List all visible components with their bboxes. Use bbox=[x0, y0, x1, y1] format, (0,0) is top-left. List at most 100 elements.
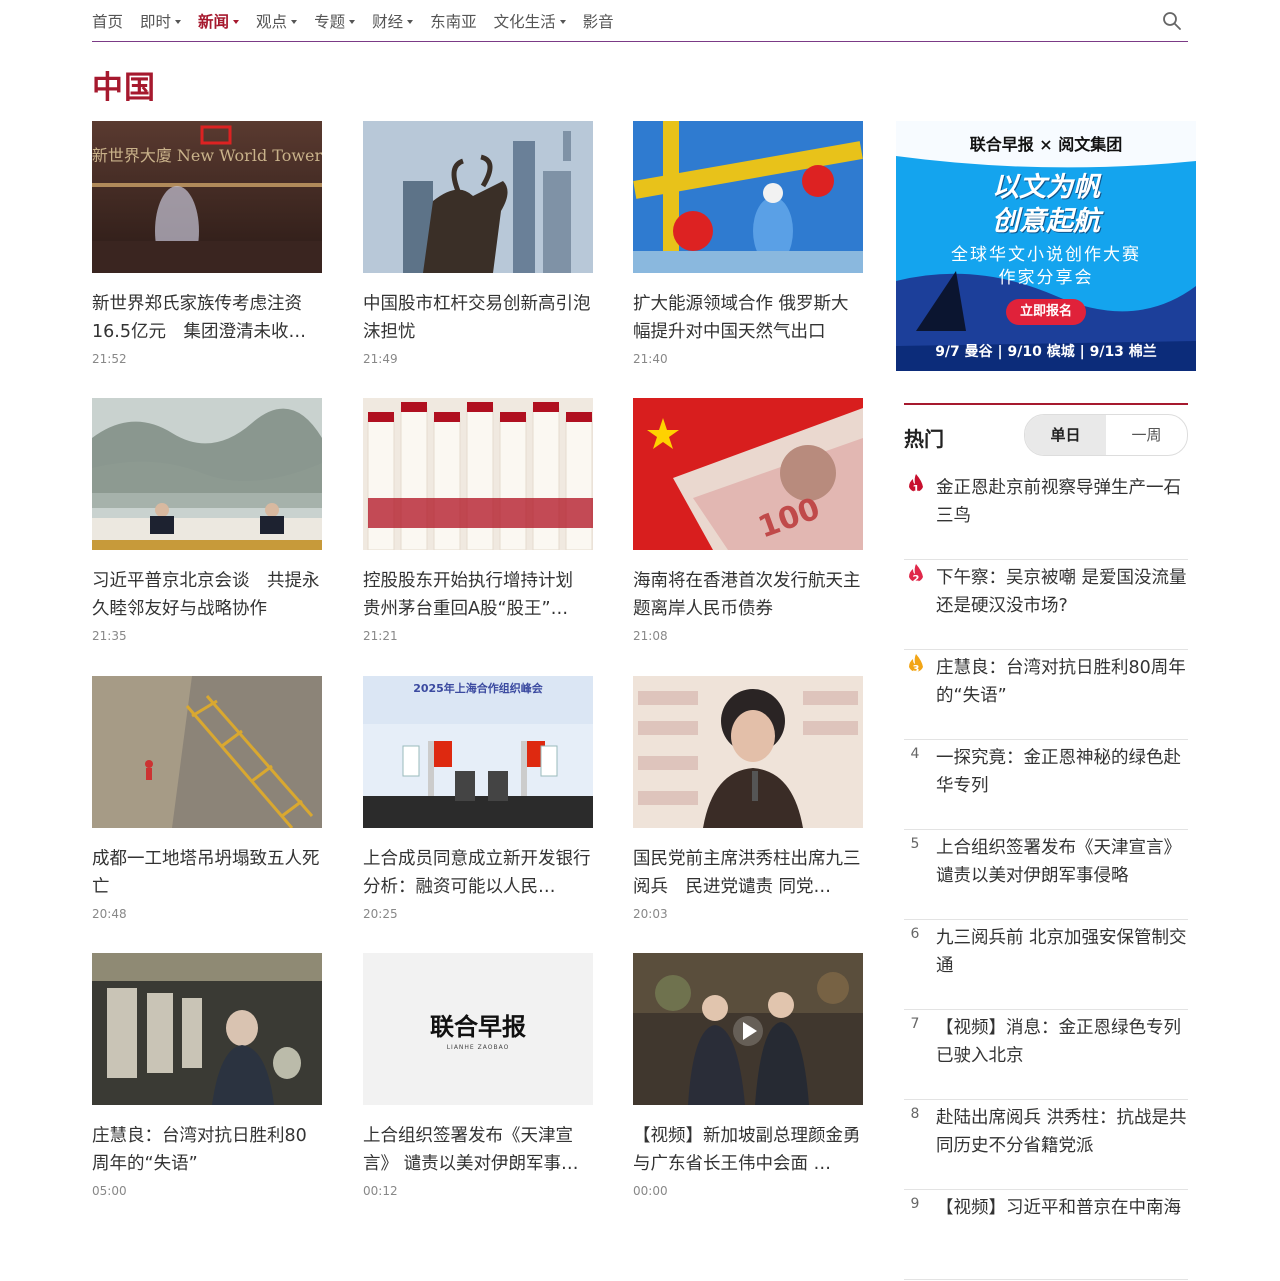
article-title[interactable]: 国民党前主席洪秀柱出席九三阅兵 民进党谴责 同党… bbox=[633, 845, 863, 901]
article-thumbnail[interactable] bbox=[92, 398, 322, 550]
nav-item-topics[interactable]: 专题 bbox=[314, 10, 356, 32]
hot-item-rank: 5 bbox=[910, 836, 920, 852]
ad-register-button[interactable]: 立即报名 bbox=[1006, 299, 1086, 325]
article-card[interactable]: 成都一工地塔吊坍塌致五人死亡 20:48 bbox=[92, 676, 322, 921]
article-title[interactable]: 控股股东开始执行增持计划 贵州茅台重回A股“股王”… bbox=[363, 567, 593, 623]
ad-slogan-line: 创意起航 bbox=[992, 206, 1100, 237]
article-card[interactable]: 【视频】新加坡副总理颜金勇与广东省长王伟中会面 … 00:00 bbox=[633, 953, 863, 1198]
nav-item-instant[interactable]: 即时 bbox=[140, 10, 182, 32]
article-card[interactable]: 100 海南将在香港首次发行航天主题离岸人民币债券 21:08 bbox=[633, 398, 863, 643]
nav-item-news[interactable]: 新闻 bbox=[198, 10, 240, 32]
article-title[interactable]: 中国股市杠杆交易创新高引泡沫担忧 bbox=[363, 290, 593, 346]
article-card[interactable]: 扩大能源领域合作 俄罗斯大幅提升对中国天然气出口 21:40 bbox=[633, 121, 863, 366]
ad-banner[interactable]: 联合早报 × 阅文集团 以文为帆 创意起航 全球华文小说创作大赛 作家分享会 立… bbox=[896, 121, 1196, 371]
nav-item-finance[interactable]: 财经 bbox=[372, 10, 414, 32]
article-thumbnail[interactable]: 100 bbox=[633, 398, 863, 550]
article-time: 21:21 bbox=[363, 629, 398, 643]
article-card[interactable]: 联合早报 LIANHE ZAOBAO 上合组织签署发布《天津宣言》 谴责以美对伊… bbox=[363, 953, 593, 1198]
nav-item-lifestyle[interactable]: 文化生活 bbox=[494, 10, 566, 32]
ad-slogan-line: 以文为帆 bbox=[992, 172, 1100, 203]
article-title[interactable]: 新世界郑氏家族传考虑注资16.5亿元 集团澄清未收… bbox=[92, 290, 322, 346]
hot-item[interactable]: 7 【视频】消息：金正恩绿色专列已驶入北京 bbox=[904, 1011, 1188, 1100]
chevron-down-icon bbox=[559, 19, 566, 24]
article-title[interactable]: 上合成员同意成立新开发银行 分析：融资可能以人民… bbox=[363, 845, 593, 901]
article-thumbnail[interactable]: 2025年上海合作组织峰会 bbox=[363, 676, 593, 828]
flame-rank-icon: 1 bbox=[909, 474, 923, 495]
flame-rank-icon: 3 bbox=[909, 654, 923, 675]
article-title[interactable]: 海南将在香港首次发行航天主题离岸人民币债券 bbox=[633, 567, 863, 623]
article-time: 21:52 bbox=[92, 352, 127, 366]
tab-weekly[interactable]: 一周 bbox=[1106, 415, 1187, 455]
article-thumbnail[interactable]: 联合早报 LIANHE ZAOBAO bbox=[363, 953, 593, 1105]
hot-item-text[interactable]: 【视频】习近平和普京在中南海 bbox=[936, 1194, 1188, 1222]
hot-item[interactable]: 4 一探究竟：金正恩神秘的绿色赴华专列 bbox=[904, 741, 1188, 830]
top-nav: 首页 即时 新闻 观点 专题 财经 东南亚 文化生活 影音 bbox=[92, 0, 1188, 42]
hot-item-text[interactable]: 下午察：吴京被嘲 是爱国没流量还是硬汉没市场? bbox=[936, 564, 1188, 620]
search-button[interactable] bbox=[1162, 11, 1182, 31]
ad-subtitle: 全球华文小说创作大赛 作家分享会 bbox=[896, 244, 1196, 290]
ad-header: 联合早报 × 阅文集团 bbox=[969, 135, 1123, 154]
hot-item-text[interactable]: 庄慧良：台湾对抗日胜利80周年的“失语” bbox=[936, 654, 1188, 710]
article-thumbnail[interactable] bbox=[92, 676, 322, 828]
hot-item-text[interactable]: 一探究竟：金正恩神秘的绿色赴华专列 bbox=[936, 744, 1188, 800]
nav-item-home[interactable]: 首页 bbox=[92, 10, 123, 32]
article-thumbnail[interactable]: 新世界大廈 New World Tower bbox=[92, 121, 322, 273]
article-card[interactable]: 2025年上海合作组织峰会 上合成员同意成立新开发银行 分析：融资可能以人民… … bbox=[363, 676, 593, 921]
nav-label: 即时 bbox=[140, 12, 172, 31]
article-time: 00:12 bbox=[363, 1184, 398, 1198]
nav-item-opinion[interactable]: 观点 bbox=[256, 10, 298, 32]
hot-item-text[interactable]: 金正恩赴京前视察导弹生产一石三鸟 bbox=[936, 474, 1188, 530]
hot-item-text[interactable]: 【视频】消息：金正恩绿色专列已驶入北京 bbox=[936, 1014, 1188, 1070]
tab-daily[interactable]: 单日 bbox=[1025, 415, 1106, 455]
article-title[interactable]: 上合组织签署发布《天津宣言》 谴责以美对伊朗军事… bbox=[363, 1122, 593, 1178]
ad-subtitle-line: 全球华文小说创作大赛 bbox=[951, 245, 1141, 265]
article-card[interactable]: 习近平普京北京会谈 共提永久睦邻友好与战略协作 21:35 bbox=[92, 398, 322, 643]
chevron-down-icon bbox=[349, 19, 356, 24]
article-card[interactable]: 新世界大廈 New World Tower 新世界郑氏家族传考虑注资16.5亿元… bbox=[92, 121, 322, 366]
article-time: 21:35 bbox=[92, 629, 127, 643]
article-title[interactable]: 庄慧良：台湾对抗日胜利80周年的“失语” bbox=[92, 1122, 322, 1178]
article-thumbnail[interactable] bbox=[92, 953, 322, 1105]
nav-item-video[interactable]: 影音 bbox=[583, 10, 614, 32]
hot-item-text[interactable]: 上合组织签署发布《天津宣言》谴责以美对伊朗军事侵略 bbox=[936, 834, 1188, 890]
svg-text:1: 1 bbox=[913, 484, 920, 495]
hot-item[interactable]: 1 金正恩赴京前视察导弹生产一石三鸟 bbox=[904, 471, 1188, 560]
zaobao-logo-text: 联合早报 bbox=[430, 1012, 526, 1041]
hot-item[interactable]: 2 下午察：吴京被嘲 是爱国没流量还是硬汉没市场? bbox=[904, 561, 1188, 650]
article-card[interactable]: 中国股市杠杆交易创新高引泡沫担忧 21:49 bbox=[363, 121, 593, 366]
article-title[interactable]: 习近平普京北京会谈 共提永久睦邻友好与战略协作 bbox=[92, 567, 322, 623]
hot-item-rank: 8 bbox=[910, 1106, 920, 1122]
article-card[interactable]: 国民党前主席洪秀柱出席九三阅兵 民进党谴责 同党… 20:03 bbox=[633, 676, 863, 921]
hot-item[interactable]: 5 上合组织签署发布《天津宣言》谴责以美对伊朗军事侵略 bbox=[904, 831, 1188, 920]
article-thumbnail[interactable] bbox=[633, 676, 863, 828]
svg-text:2: 2 bbox=[913, 574, 920, 585]
article-title[interactable]: 【视频】新加坡副总理颜金勇与广东省长王伟中会面 … bbox=[633, 1122, 863, 1178]
article-title[interactable]: 成都一工地塔吊坍塌致五人死亡 bbox=[92, 845, 322, 901]
hot-item[interactable]: 8 赴陆出席阅兵 洪秀柱：抗战是共同历史不分省籍党派 bbox=[904, 1101, 1188, 1190]
ad-slogan: 以文为帆 创意起航 bbox=[896, 171, 1196, 239]
chevron-down-icon bbox=[291, 19, 298, 24]
article-thumbnail[interactable] bbox=[633, 953, 863, 1105]
article-time: 20:48 bbox=[92, 907, 127, 921]
hot-item-text[interactable]: 九三阅兵前 北京加强安保管制交通 bbox=[936, 924, 1188, 980]
article-title[interactable]: 扩大能源领域合作 俄罗斯大幅提升对中国天然气出口 bbox=[633, 290, 863, 346]
hot-item[interactable]: 3 庄慧良：台湾对抗日胜利80周年的“失语” bbox=[904, 651, 1188, 740]
hot-item[interactable]: 6 九三阅兵前 北京加强安保管制交通 bbox=[904, 921, 1188, 1010]
hot-item-rank: 4 bbox=[910, 746, 920, 762]
article-card[interactable]: 庄慧良：台湾对抗日胜利80周年的“失语” 05:00 bbox=[92, 953, 322, 1198]
nav-item-southeast-asia[interactable]: 东南亚 bbox=[430, 10, 477, 32]
banner-text: 2025年上海合作组织峰会 bbox=[413, 681, 544, 695]
hot-item-text[interactable]: 赴陆出席阅兵 洪秀柱：抗战是共同历史不分省籍党派 bbox=[936, 1104, 1188, 1160]
flame-rank-icon: 2 bbox=[909, 564, 923, 585]
article-card[interactable]: 控股股东开始执行增持计划 贵州茅台重回A股“股王”… 21:21 bbox=[363, 398, 593, 643]
ad-footer: 9/7 曼谷 | 9/10 槟城 | 9/13 棉兰 bbox=[935, 344, 1157, 360]
article-thumbnail[interactable] bbox=[363, 398, 593, 550]
article-time: 21:40 bbox=[633, 352, 668, 366]
hot-item-rank: 6 bbox=[910, 926, 920, 942]
chevron-down-icon bbox=[233, 19, 240, 24]
chevron-down-icon bbox=[407, 19, 414, 24]
hot-item[interactable]: 9 【视频】习近平和普京在中南海 bbox=[904, 1191, 1188, 1280]
article-thumbnail[interactable] bbox=[363, 121, 593, 273]
nav-label: 财经 bbox=[372, 12, 404, 31]
article-thumbnail[interactable] bbox=[633, 121, 863, 273]
